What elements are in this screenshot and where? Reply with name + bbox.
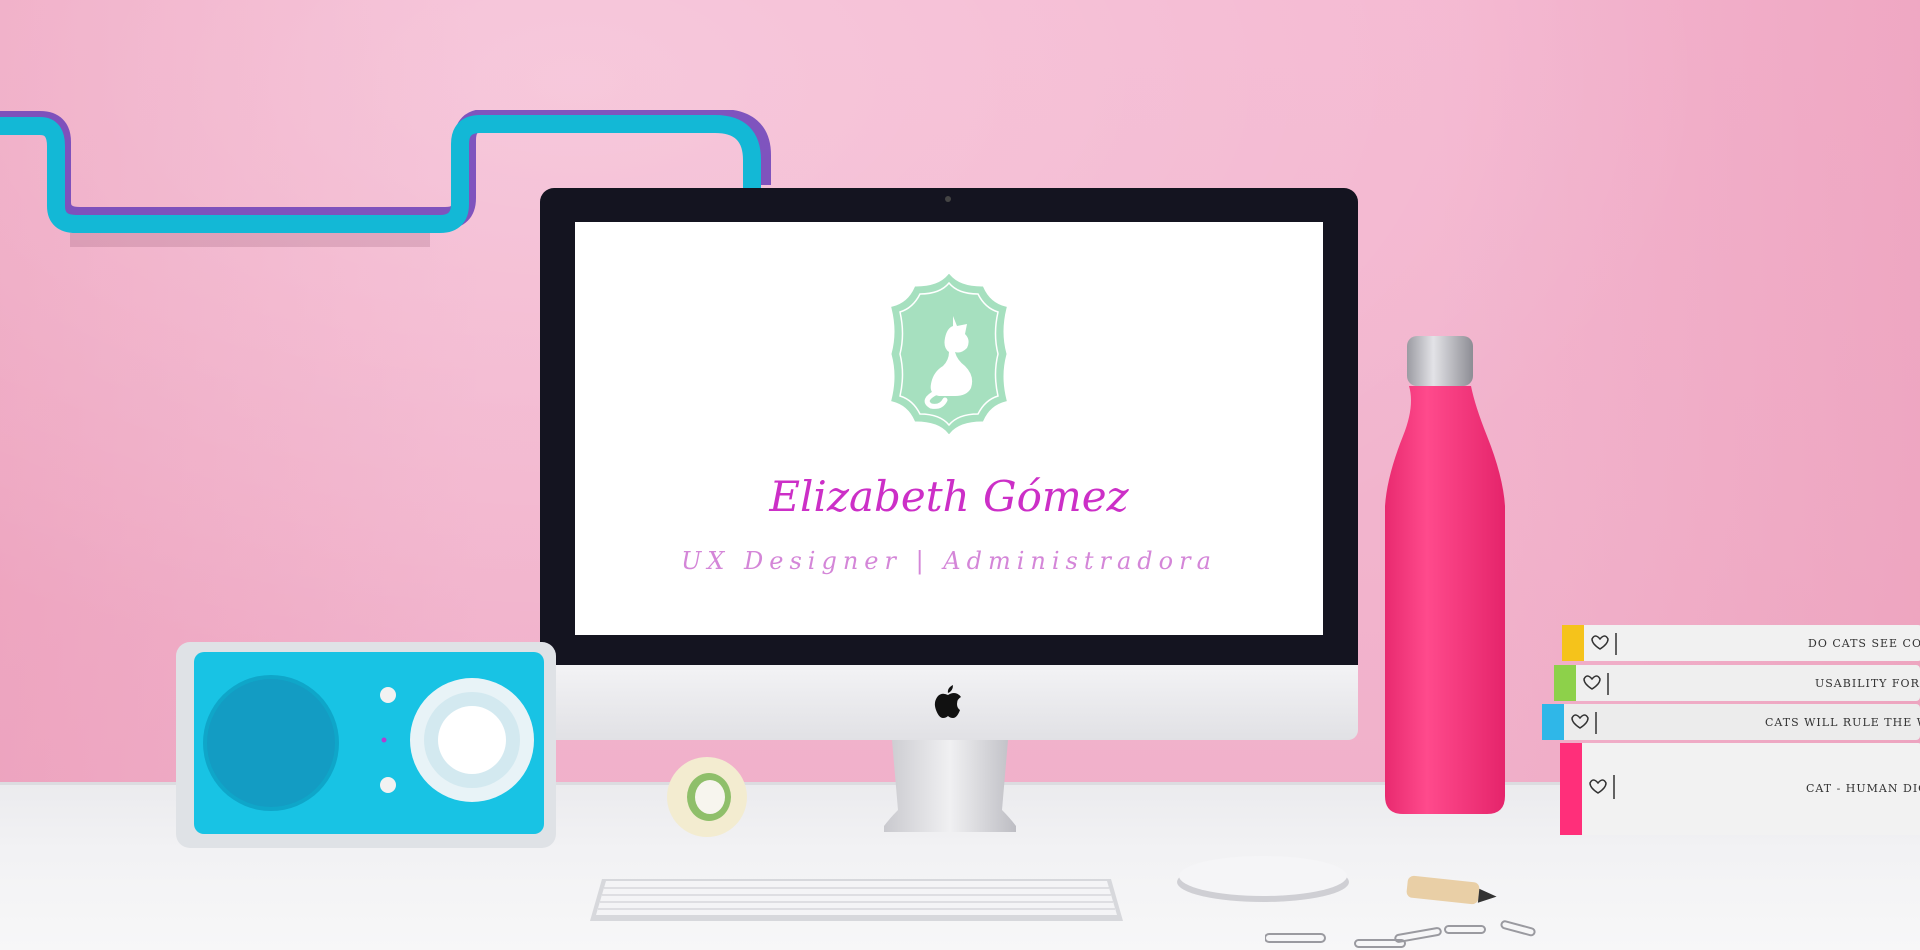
- apple-logo-icon: [934, 685, 961, 718]
- cat-badge-logo: [891, 274, 1007, 434]
- camera-icon: [945, 196, 951, 202]
- imac-monitor: Elizabeth Gómez UX Designer | Administra…: [540, 188, 1358, 740]
- book-title-4: CAT - HUMAN DICT: [1806, 782, 1920, 795]
- monitor-bezel: Elizabeth Gómez UX Designer | Administra…: [540, 188, 1358, 665]
- paper-clips: [1265, 920, 1536, 948]
- desk-scene: Elizabeth Gómez UX Designer | Administra…: [0, 0, 1920, 950]
- brand-role: UX Designer | Administradora: [681, 547, 1217, 575]
- monitor-screen: Elizabeth Gómez UX Designer | Administra…: [575, 222, 1323, 635]
- book-title-3: CATS WILL RULE THE WORL: [1765, 716, 1920, 729]
- book-title-1: DO CATS SEE COLOR?: [1808, 637, 1920, 650]
- eraser-pen: [1406, 875, 1497, 905]
- book-title-2: USABILITY FOR C: [1815, 677, 1920, 690]
- book-stack-drawing: [1542, 625, 1920, 835]
- speaker-radio: [176, 642, 556, 848]
- brand-name: Elizabeth Gómez: [769, 472, 1129, 521]
- monitor-stand: [884, 740, 1016, 832]
- tape-roll: [667, 757, 747, 837]
- water-bottle: [1385, 336, 1505, 814]
- book-stack: DO CATS SEE COLOR? USABILITY FOR C CATS …: [1540, 625, 1920, 835]
- keyboard: [590, 879, 1123, 921]
- mouse: [1177, 856, 1349, 902]
